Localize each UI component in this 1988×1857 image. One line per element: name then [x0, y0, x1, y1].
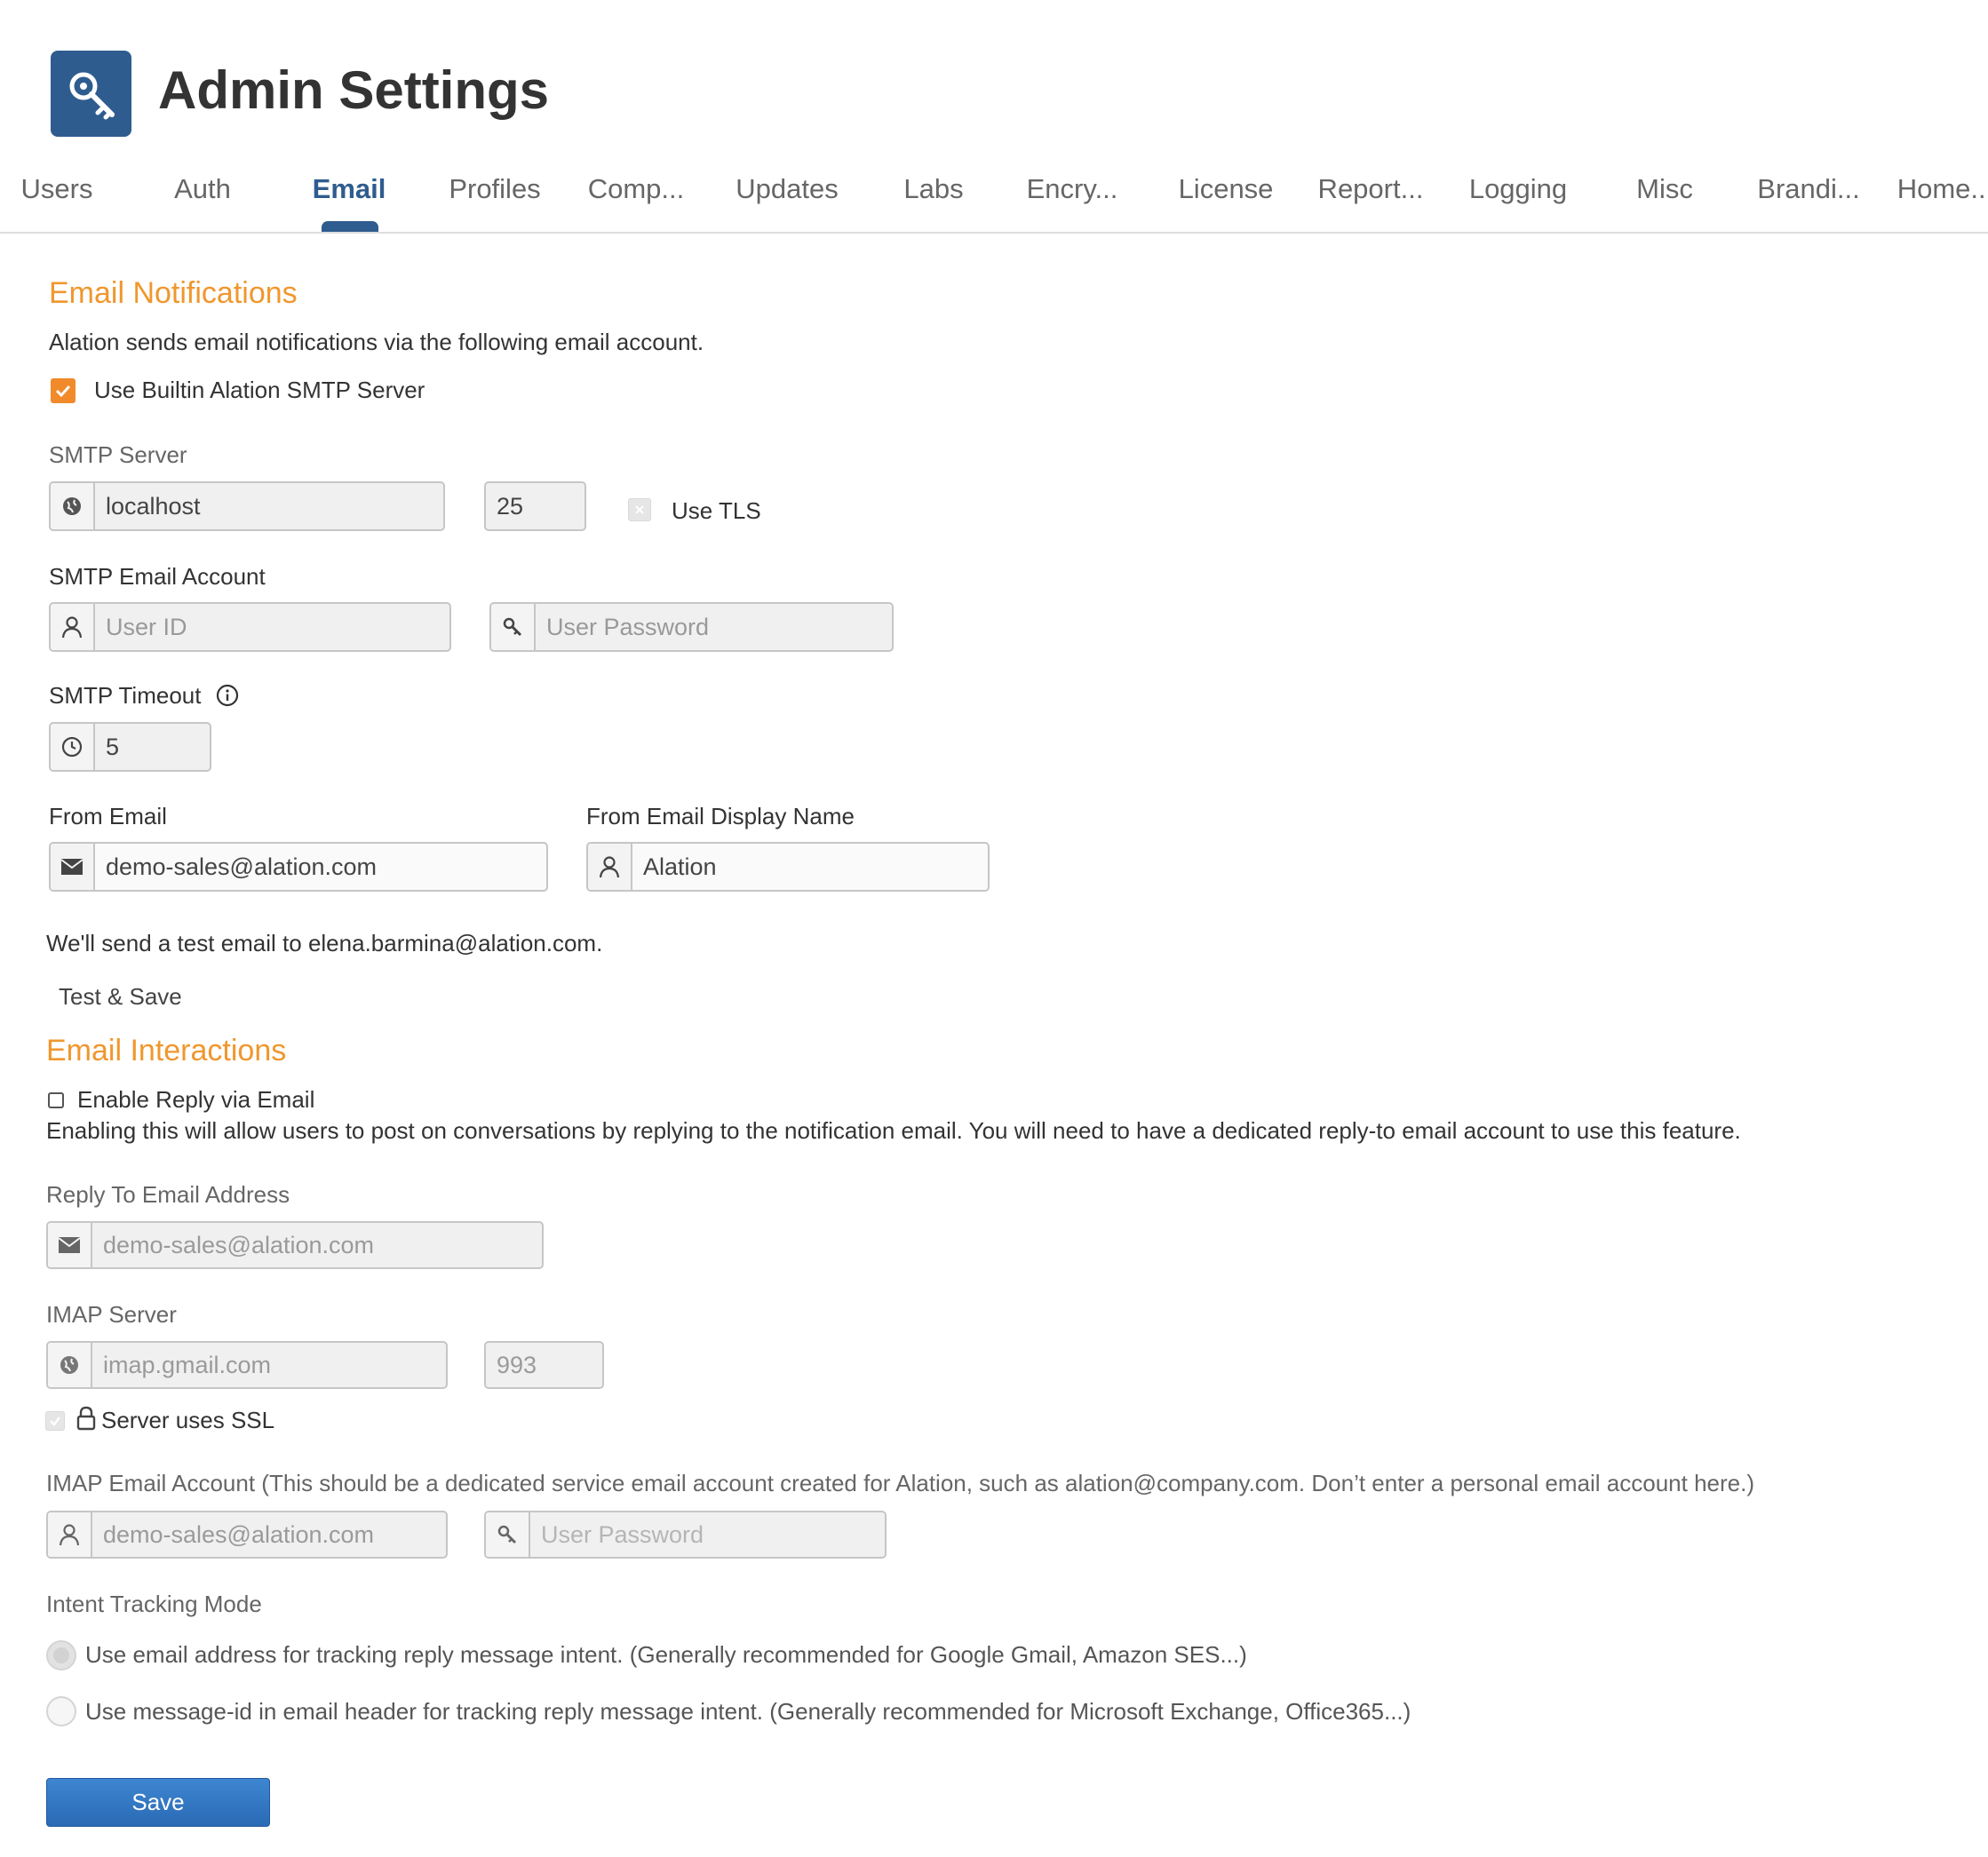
- builtin-smtp-checkbox[interactable]: [51, 378, 76, 403]
- page-title: Admin Settings: [158, 60, 550, 120]
- smtp-timeout-field[interactable]: 5: [49, 722, 211, 772]
- ssl-checkbox[interactable]: [45, 1411, 65, 1431]
- email-notifications-title: Email Notifications: [49, 276, 298, 310]
- smtp-user-field[interactable]: User ID: [49, 602, 451, 652]
- use-tls-checkbox[interactable]: [628, 498, 651, 521]
- imap-port-input[interactable]: 993: [484, 1341, 604, 1389]
- user-icon: [51, 604, 95, 650]
- enable-reply-checkbox[interactable]: [48, 1092, 64, 1108]
- key-icon: [69, 72, 115, 119]
- tab-reports[interactable]: Report...: [1318, 164, 1424, 214]
- tab-labs[interactable]: Labs: [903, 164, 963, 214]
- smtp-port-input[interactable]: 25: [484, 481, 586, 531]
- smtp-timeout-input[interactable]: 5: [95, 724, 210, 770]
- imap-account-label: IMAP Email Account (This should be a ded…: [46, 1470, 1754, 1496]
- smtp-user-input[interactable]: User ID: [95, 604, 449, 650]
- enable-reply-label: Enable Reply via Email: [77, 1086, 315, 1113]
- active-tab-indicator: [322, 221, 378, 232]
- imap-host-input[interactable]: imap.gmail.com: [92, 1343, 446, 1387]
- intent-radio-email-address[interactable]: [46, 1640, 76, 1671]
- enable-reply-help: Enabling this will allow users to post o…: [46, 1117, 1741, 1144]
- tab-users[interactable]: Users: [21, 164, 93, 214]
- ssl-label: Server uses SSL: [101, 1407, 275, 1433]
- tab-encryption[interactable]: Encry...: [1027, 164, 1118, 214]
- from-email-field[interactable]: demo-sales@alation.com: [49, 842, 548, 892]
- smtp-host-field[interactable]: localhost: [49, 481, 445, 531]
- globe-icon: [51, 483, 95, 529]
- reply-to-label: Reply To Email Address: [46, 1181, 290, 1208]
- intent-option-message-id: Use message-id in email header for track…: [85, 1698, 1411, 1725]
- tab-auth[interactable]: Auth: [174, 164, 231, 214]
- key-icon: [486, 1512, 530, 1557]
- x-icon: [635, 505, 644, 514]
- tab-license[interactable]: License: [1179, 164, 1274, 214]
- test-save-button[interactable]: Test & Save: [59, 981, 182, 1012]
- info-icon[interactable]: [216, 684, 239, 707]
- imap-host-field[interactable]: imap.gmail.com: [46, 1341, 448, 1389]
- user-icon: [48, 1512, 92, 1557]
- user-icon: [588, 844, 632, 890]
- tab-branding[interactable]: Brandi...: [1757, 164, 1859, 214]
- smtp-account-label: SMTP Email Account: [49, 563, 266, 590]
- tab-email[interactable]: Email: [313, 164, 386, 214]
- imap-server-label: IMAP Server: [46, 1301, 177, 1328]
- key-icon: [491, 604, 536, 650]
- imap-password-input[interactable]: User Password: [530, 1512, 885, 1557]
- tab-logging[interactable]: Logging: [1469, 164, 1567, 214]
- reply-to-field[interactable]: demo-sales@alation.com: [46, 1221, 544, 1269]
- tab-home[interactable]: Home...: [1897, 164, 1988, 214]
- reply-to-input[interactable]: demo-sales@alation.com: [92, 1223, 542, 1267]
- lock-icon: [76, 1406, 96, 1431]
- checkmark-icon: [50, 1417, 60, 1426]
- from-name-input[interactable]: Alation: [632, 844, 988, 890]
- imap-user-field[interactable]: demo-sales@alation.com: [46, 1511, 448, 1559]
- envelope-icon: [51, 844, 95, 890]
- settings-tabs: Users Auth Email Profiles Comp... Update…: [0, 164, 1988, 234]
- smtp-timeout-label: SMTP Timeout: [49, 682, 202, 709]
- clock-icon: [51, 724, 95, 770]
- builtin-smtp-label: Use Builtin Alation SMTP Server: [94, 377, 425, 403]
- tab-updates[interactable]: Updates: [736, 164, 838, 214]
- intent-radio-message-id[interactable]: [46, 1696, 76, 1726]
- from-name-label: From Email Display Name: [586, 803, 855, 829]
- from-email-label: From Email: [49, 803, 167, 829]
- test-email-note: We'll send a test email to elena.barmina…: [46, 930, 603, 956]
- smtp-host-input[interactable]: localhost: [95, 483, 443, 529]
- admin-settings-logo: [51, 51, 131, 137]
- tab-profiles[interactable]: Profiles: [449, 164, 540, 214]
- smtp-password-field[interactable]: User Password: [489, 602, 894, 652]
- intent-option-email-address: Use email address for tracking reply mes…: [85, 1641, 1247, 1668]
- checkmark-icon: [55, 385, 71, 398]
- tab-misc[interactable]: Misc: [1636, 164, 1693, 214]
- tab-compose[interactable]: Comp...: [588, 164, 685, 214]
- globe-icon: [48, 1343, 92, 1387]
- imap-password-field[interactable]: User Password: [484, 1511, 887, 1559]
- intent-mode-label: Intent Tracking Mode: [46, 1591, 262, 1617]
- from-email-input[interactable]: demo-sales@alation.com: [95, 844, 546, 890]
- use-tls-label: Use TLS: [672, 497, 761, 524]
- envelope-icon: [48, 1223, 92, 1267]
- imap-user-input[interactable]: demo-sales@alation.com: [92, 1512, 446, 1557]
- smtp-server-label: SMTP Server: [49, 441, 187, 468]
- smtp-password-input[interactable]: User Password: [536, 604, 892, 650]
- from-name-field[interactable]: Alation: [586, 842, 990, 892]
- save-button[interactable]: Save: [46, 1778, 270, 1827]
- email-interactions-title: Email Interactions: [46, 1034, 287, 1067]
- notifications-description: Alation sends email notifications via th…: [49, 329, 704, 355]
